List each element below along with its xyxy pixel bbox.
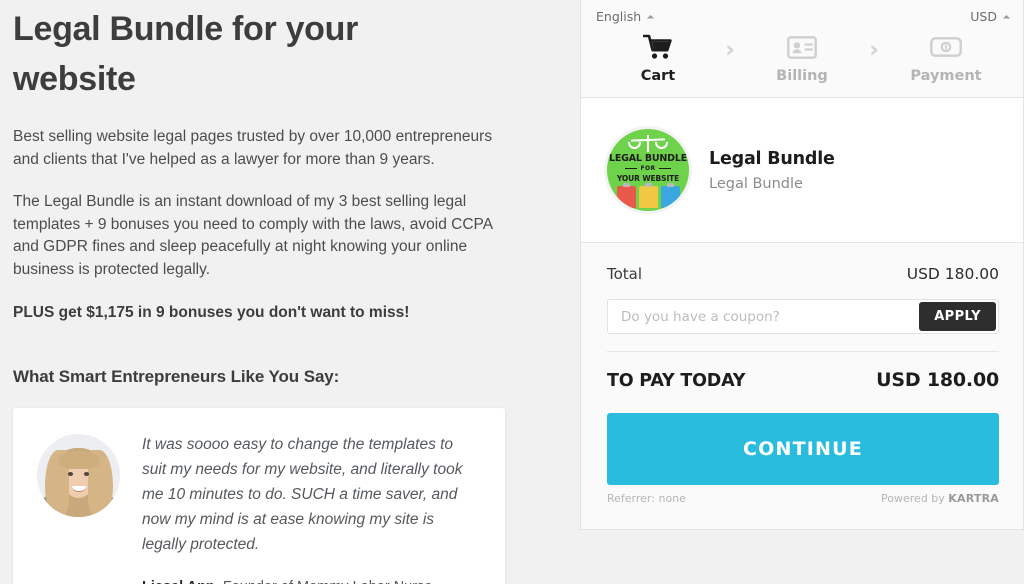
powered-by-brand: KARTRA (948, 492, 999, 505)
step-payment[interactable]: Payment (891, 33, 1001, 84)
testimonial-author-role: , Founder of Mommy Labor Nurse (215, 579, 433, 584)
testimonials-section-title: What Smart Entrepreneurs Like You Say: (13, 367, 340, 386)
coupon-input[interactable] (608, 300, 918, 333)
badge-subtitle: YOUR WEBSITE (616, 174, 680, 183)
powered-by-prefix: Powered by (881, 492, 949, 505)
locale-bar: English USD (581, 0, 1023, 24)
totals-divider (607, 351, 999, 352)
step-cart[interactable]: Cart (603, 33, 713, 84)
badge-documents (616, 183, 680, 208)
chevron-down-icon (647, 14, 655, 23)
checkout-steps: Cart › Billing › Payment (581, 24, 1023, 98)
cart-item-row: LEGAL BUNDLE FOR YOUR WEBSITE Legal Bund… (581, 98, 1023, 243)
step-payment-label: Payment (910, 68, 982, 84)
checkout-footer: Referrer: none Powered by KARTRA (581, 492, 1023, 515)
document-icon-yellow (638, 183, 658, 208)
testimonial-author-name: Liesel Ann (142, 579, 215, 584)
total-amount: USD 180.00 (906, 265, 999, 283)
bonus-highlight-text: PLUS get $1,175 in 9 bonuses you don't w… (13, 304, 410, 321)
chevron-down-icon (1002, 14, 1011, 23)
avatar (37, 434, 120, 517)
sales-content-column: Legal Bundle for your website Best selli… (0, 0, 580, 584)
shopping-cart-icon (643, 33, 673, 61)
language-selector[interactable]: English (596, 9, 655, 24)
page-title: Legal Bundle for your website (13, 10, 359, 98)
sales-paragraph-1: Best selling website legal pages trusted… (13, 128, 493, 168)
scales-of-justice-icon (628, 134, 668, 153)
pay-today-row: TO PAY TODAY USD 180.00 (607, 369, 999, 391)
banknote-icon (930, 33, 962, 61)
id-card-icon (787, 33, 817, 61)
document-icon-blue (660, 183, 680, 208)
continue-button[interactable]: CONTINUE (607, 413, 999, 485)
product-description: Legal Bundle (709, 175, 803, 192)
currency-selector[interactable]: USD (970, 9, 1011, 24)
total-row: Total USD 180.00 (607, 265, 999, 283)
pay-today-label: TO PAY TODAY (607, 371, 746, 391)
checkout-panel: English USD Cart › Billing › Payment LEG… (580, 0, 1024, 530)
powered-by: Powered by KARTRA (881, 492, 999, 505)
step-cart-label: Cart (640, 68, 676, 84)
referrer-text: Referrer: none (607, 492, 686, 505)
step-separator-2: › (869, 37, 879, 63)
badge-title: LEGAL BUNDLE (609, 153, 687, 164)
checkout-page: Legal Bundle for your website Best selli… (0, 0, 1024, 584)
sales-paragraph-2: The Legal Bundle is an instant download … (13, 193, 493, 278)
document-icon-red (616, 183, 636, 208)
currency-label: USD (970, 9, 997, 24)
testimonial-quote: It was soooo easy to change the template… (142, 436, 463, 553)
testimonial-card: It was soooo easy to change the template… (13, 408, 505, 584)
totals-section: Total USD 180.00 APPLY TO PAY TODAY USD … (581, 243, 1023, 391)
language-label: English (596, 9, 642, 24)
badge-for: FOR (625, 165, 670, 172)
step-billing-label: Billing (776, 68, 828, 84)
testimonial-attribution: Liesel Ann, Founder of Mommy Labor Nurse (142, 579, 481, 584)
product-thumbnail: LEGAL BUNDLE FOR YOUR WEBSITE (607, 129, 689, 211)
coupon-field-group: APPLY (607, 299, 999, 334)
continue-button-wrapper: CONTINUE (581, 391, 1023, 485)
testimonial-body: It was soooo easy to change the template… (142, 430, 481, 584)
product-name: Legal Bundle (709, 148, 835, 169)
product-info: Legal Bundle Legal Bundle (709, 149, 999, 192)
step-billing[interactable]: Billing (747, 33, 857, 84)
apply-coupon-button[interactable]: APPLY (919, 302, 996, 331)
pay-today-amount: USD 180.00 (876, 369, 999, 391)
step-separator-1: › (725, 37, 735, 63)
total-label: Total (607, 265, 643, 283)
